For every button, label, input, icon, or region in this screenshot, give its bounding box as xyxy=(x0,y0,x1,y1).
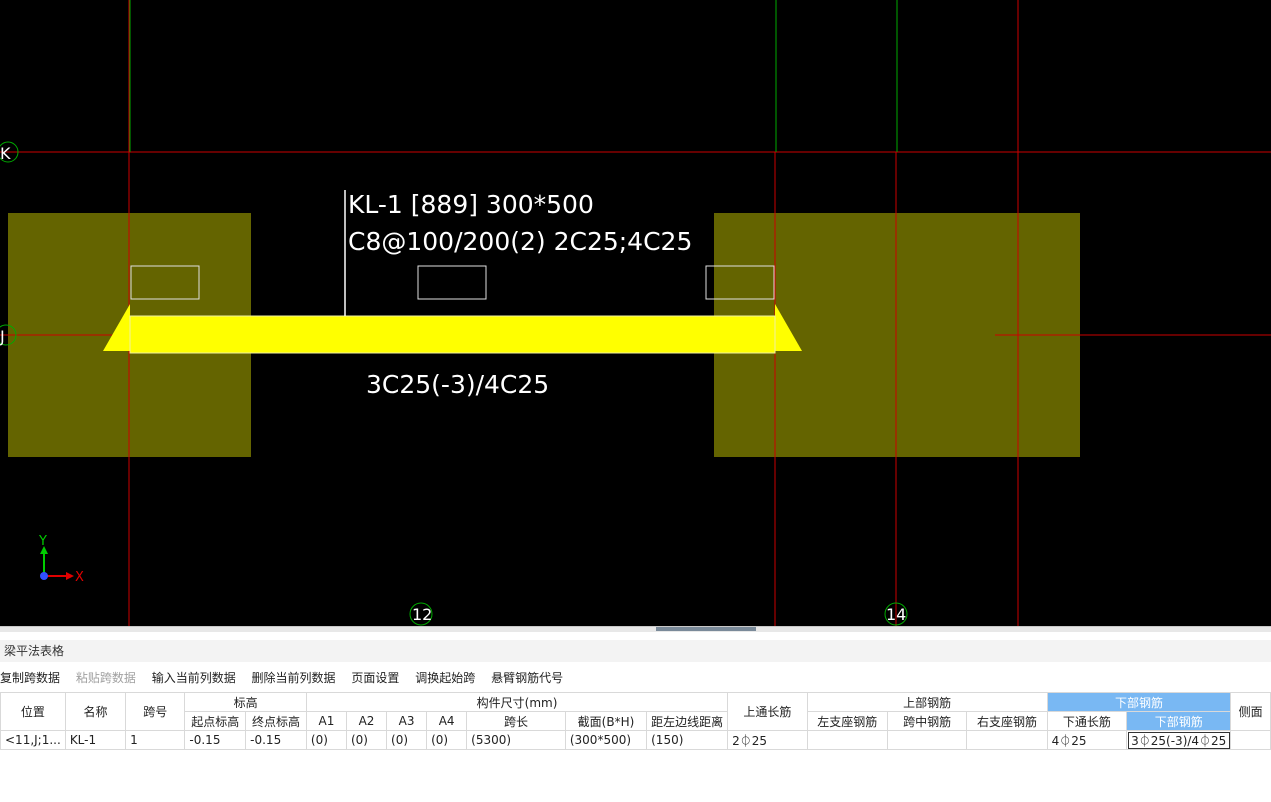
cell-left-support[interactable] xyxy=(806,730,888,750)
cell-bottom-rebar[interactable]: 3⏀25(-3)/4⏀25 xyxy=(1126,730,1232,750)
page-setup-button[interactable]: 页面设置 xyxy=(351,671,399,685)
cantilever-rebar-code-button[interactable]: 悬臂钢筋代号 xyxy=(491,671,563,685)
cad-drawing-canvas[interactable]: K J 12 14 KL-1 [889] 300*500 C8@100/200(… xyxy=(0,0,1271,628)
beam-kl-1[interactable] xyxy=(129,315,776,354)
cell-bottom-through[interactable]: 4⏀25 xyxy=(1046,730,1128,750)
header-right-support[interactable]: 右支座钢筋 xyxy=(966,711,1048,731)
axis-label-14: 14 xyxy=(886,605,906,624)
header-a3[interactable]: A3 xyxy=(386,711,428,731)
header-a1[interactable]: A1 xyxy=(305,711,347,731)
cell-section[interactable]: (300*500) xyxy=(564,730,648,750)
ucs-x-label: X xyxy=(75,570,84,585)
ucs-x-arrow-icon xyxy=(66,572,74,580)
splitter-grip[interactable] xyxy=(656,627,756,631)
cell-side[interactable] xyxy=(1230,730,1271,750)
cell-top-through[interactable]: 2⏀25 xyxy=(727,730,808,750)
cell-name[interactable]: KL-1 xyxy=(64,730,127,750)
header-left-support[interactable]: 左支座钢筋 xyxy=(806,711,888,731)
beam-grip-middle[interactable] xyxy=(417,265,487,300)
cell-dist-left[interactable]: (150) xyxy=(646,730,729,750)
cell-start-elev[interactable]: -0.15 xyxy=(184,730,247,750)
header-dist-left[interactable]: 距左边线距离 xyxy=(646,711,729,731)
cell-a1[interactable]: (0) xyxy=(305,730,347,750)
cell-position[interactable]: <11,J;1... xyxy=(0,730,66,750)
swap-start-span-button[interactable]: 调换起始跨 xyxy=(415,671,475,685)
header-mid-span[interactable]: 跨中钢筋 xyxy=(886,711,968,731)
header-span[interactable]: 跨号 xyxy=(125,692,186,731)
table-header-row-1: 位置 名称 跨号 标高 构件尺寸(mm) 上通长筋 上部钢筋 下部钢筋 侧面 xyxy=(0,692,1271,731)
axis-label-j: J xyxy=(0,327,5,346)
cell-mid-span[interactable] xyxy=(886,730,968,750)
cell-a2[interactable]: (0) xyxy=(345,730,388,750)
axis-label-k: K xyxy=(0,144,11,163)
header-a4[interactable]: A4 xyxy=(426,711,468,731)
cell-span-length[interactable]: (5300) xyxy=(466,730,566,750)
beam-flat-table: 位置 名称 跨号 标高 构件尺寸(mm) 上通长筋 上部钢筋 下部钢筋 侧面 起… xyxy=(0,692,1271,750)
cell-a4[interactable]: (0) xyxy=(426,730,468,750)
ucs-origin-icon xyxy=(40,572,48,580)
header-top-through[interactable]: 上通长筋 xyxy=(727,692,808,731)
header-dimension[interactable]: 构件尺寸(mm) xyxy=(305,692,729,712)
beam-bottom-label[interactable]: 3C25(-3)/4C25 xyxy=(366,370,549,399)
beam-table-panel: 梁平法表格 复制跨数据 粘贴跨数据 输入当前列数据 删除当前列数据 页面设置 调… xyxy=(0,632,1271,802)
table-header-row-2: 起点标高 终点标高 A1 A2 A3 A4 跨长 截面(B*H) 距左边线距离 … xyxy=(1,711,1271,731)
axis-label-12: 12 xyxy=(412,605,432,624)
header-span-length[interactable]: 跨长 xyxy=(466,711,566,731)
header-side[interactable]: 侧面 xyxy=(1230,692,1271,731)
header-bottom-through[interactable]: 下通长筋 xyxy=(1046,711,1128,731)
header-bottom-rebar-sub[interactable]: 下部钢筋 xyxy=(1126,711,1232,731)
header-top-rebar[interactable]: 上部钢筋 xyxy=(806,692,1048,712)
delete-current-column-button[interactable]: 删除当前列数据 xyxy=(252,671,336,685)
ucs-y-label: Y xyxy=(38,534,47,549)
header-position[interactable]: 位置 xyxy=(0,692,66,731)
input-current-column-button[interactable]: 输入当前列数据 xyxy=(152,671,236,685)
cell-right-support[interactable] xyxy=(966,730,1048,750)
header-section[interactable]: 截面(B*H) xyxy=(564,711,648,731)
panel-title: 梁平法表格 xyxy=(0,640,1271,662)
header-a2[interactable]: A2 xyxy=(345,711,388,731)
beam-label-line1[interactable]: KL-1 [889] 300*500 xyxy=(348,190,594,219)
beam-label-line2[interactable]: C8@100/200(2) 2C25;4C25 xyxy=(348,227,692,256)
cell-span[interactable]: 1 xyxy=(125,730,186,750)
table-row[interactable]: <11,J;1... KL-1 1 -0.15 -0.15 (0) (0) (0… xyxy=(0,730,1271,750)
paste-span-data-button[interactable]: 粘贴跨数据 xyxy=(76,671,136,685)
header-end-elev[interactable]: 终点标高 xyxy=(245,711,307,731)
header-name[interactable]: 名称 xyxy=(64,692,127,731)
panel-toolbar: 复制跨数据 粘贴跨数据 输入当前列数据 删除当前列数据 页面设置 调换起始跨 悬… xyxy=(0,666,575,690)
cell-a3[interactable]: (0) xyxy=(386,730,428,750)
copy-span-data-button[interactable]: 复制跨数据 xyxy=(0,671,60,685)
cad-drawing[interactable]: K J 12 14 KL-1 [889] 300*500 C8@100/200(… xyxy=(0,0,1271,628)
cell-end-elev[interactable]: -0.15 xyxy=(245,730,307,750)
header-start-elev[interactable]: 起点标高 xyxy=(184,711,247,731)
header-bottom-rebar[interactable]: 下部钢筋 xyxy=(1046,692,1232,712)
header-elevation[interactable]: 标高 xyxy=(184,692,307,712)
